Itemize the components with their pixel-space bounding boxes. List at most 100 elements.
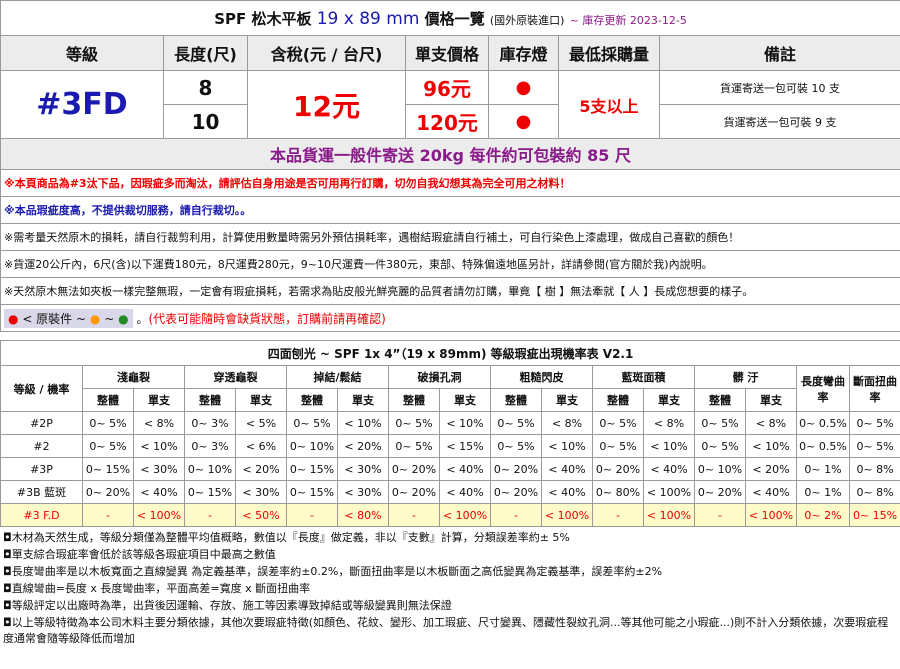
warning-line: ※天然原木無法如夾板一樣完整無瑕，一定會有瑕疵損耗，若需求為貼皮般光鮮亮麗的品質… <box>0 277 900 305</box>
sub-header-overall: 整體 <box>388 388 440 412</box>
footnote: ◘長度彎曲率是以木板寬面之直線變異 為定義基準，誤差率約±0.2%，斷面扭曲率是… <box>3 565 663 578</box>
sub-header-single: 單支 <box>337 388 389 412</box>
green-dot-icon: ● <box>118 311 129 326</box>
rate-cell: < 5% <box>235 411 287 435</box>
rate-cell: < 40% <box>133 480 185 504</box>
sub-header-single: 單支 <box>133 388 185 412</box>
table-row: #3P 0~ 15% < 30% 0~ 10% < 20% 0~ 15% < 30% 0~ 2… <box>0 457 900 481</box>
legend-tilde: ~ <box>104 311 115 326</box>
rate-cell: - <box>490 503 542 527</box>
defect-category-header: 髒 汙 <box>694 365 797 389</box>
orange-dot-icon: ● <box>89 311 101 326</box>
rate-cell: 0~ 15% <box>286 480 338 504</box>
rate-cell: 0~ 5% <box>388 434 440 458</box>
grade-value: #3FD <box>0 70 164 139</box>
rate-cell: < 30% <box>133 457 185 481</box>
col-note: 備註 <box>658 35 900 71</box>
footnote: ◘木材為天然生成，等級分類僅為整體平均值概略，數值以『長度』做定義，非以『支數』… <box>3 531 570 544</box>
rate-cell: < 30% <box>337 480 389 504</box>
stock-update-date: ~ 庫存更新 2023-12-5 <box>569 13 687 27</box>
rate-cell: < 30% <box>235 480 287 504</box>
rate-cell: 0~ 8% <box>848 457 900 481</box>
title-size: 19 x 89 mm <box>316 8 420 29</box>
rate-cell: < 40% <box>439 457 491 481</box>
rate-cell: 0~ 3% <box>184 434 236 458</box>
stock-dot-icon: ● <box>488 70 559 105</box>
sub-header-overall: 整體 <box>82 388 134 412</box>
rate-cell: < 40% <box>541 457 593 481</box>
col-stock-light: 庫存燈 <box>488 35 559 71</box>
rate-cell: 0~ 20% <box>82 480 134 504</box>
legend-box: ● < 原裝件 ~ ● ~ ● <box>4 308 133 328</box>
defect-category-header: 穿透龜裂 <box>184 365 287 389</box>
stock-dot-icon: ● <box>488 104 559 139</box>
shipping-info: 本品貨運一般件寄送 20kg 每件約可包裝約 85 尺 <box>0 138 900 170</box>
sub-header-single: 單支 <box>643 388 695 412</box>
stock-legend: ● < 原裝件 ~ ● ~ ● 。(代表可能隨時會缺貨狀態，訂購前請再確認) <box>0 304 900 332</box>
rate-cell: < 100% <box>643 480 695 504</box>
rate-cell: - <box>82 503 134 527</box>
min-qty: 5支以上 <box>558 70 660 139</box>
sub-header-single: 單支 <box>745 388 797 412</box>
rate-cell: < 20% <box>235 457 287 481</box>
rate-cell: 0~ 20% <box>490 480 542 504</box>
rate-cell: < 8% <box>133 411 185 435</box>
rate-cell: < 50% <box>235 503 287 527</box>
rate-cell: < 10% <box>439 411 491 435</box>
rate-cell: - <box>388 503 440 527</box>
rate-cell: 0~ 0.5% <box>796 434 850 458</box>
column-header-row: 等級 長度(尺) 含稅(元 / 台尺) 單支價格 庫存燈 最低採購量 備註 <box>0 35 900 71</box>
sub-header-overall: 整體 <box>694 388 746 412</box>
col-price-per-unit: 含稅(元 / 台尺) <box>247 35 406 71</box>
legend-tilde: ~ <box>76 311 87 326</box>
rate-cell: < 30% <box>337 457 389 481</box>
rate-cell: 0~ 20% <box>388 480 440 504</box>
rate-cell: < 20% <box>745 457 797 481</box>
title-list: 價格一覽 <box>424 9 485 28</box>
rate-cell: 0~ 10% <box>694 457 746 481</box>
rate-cell: < 8% <box>643 411 695 435</box>
curve-rate-header: 斷面扭曲率 <box>848 365 900 412</box>
footnote: ◘等級評定以出廠時為準，出貨後因運輸、存放、施工等因素導致掉結或等級變異則無法保… <box>3 599 452 612</box>
sub-header-single: 單支 <box>235 388 287 412</box>
price-per-unit: 12元 <box>247 70 406 139</box>
rate-cell: 0~ 5% <box>592 434 644 458</box>
unit-price-10: 120元 <box>405 104 489 139</box>
grade-prob-header: 等級 / 機率 <box>0 365 83 412</box>
rate-cell: 0~ 10% <box>286 434 338 458</box>
rate-cell: 0~ 5% <box>848 411 900 435</box>
note-10: 貨運寄送一包可裝 9 支 <box>658 104 900 139</box>
col-grade: 等級 <box>0 35 164 71</box>
rate-cell: - <box>184 503 236 527</box>
rate-cell: < 20% <box>337 434 389 458</box>
rate-cell: 0~ 3% <box>184 411 236 435</box>
defect-category-header: 粗糙閃皮 <box>490 365 593 389</box>
defect-category-header: 破損孔洞 <box>388 365 491 389</box>
rate-cell: < 10% <box>745 434 797 458</box>
rate-cell: 0~ 8% <box>848 480 900 504</box>
defect-table-title: 四面刨光 ~ SPF 1x 4”（19 x 89mm) 等級瑕疵出現機率表 V2… <box>0 340 900 366</box>
rate-cell: 0~ 20% <box>694 480 746 504</box>
row-grade: #2P <box>0 411 83 435</box>
sub-header-single: 單支 <box>541 388 593 412</box>
row-grade: #3P <box>0 457 83 481</box>
rate-cell: < 10% <box>337 411 389 435</box>
rate-cell: < 100% <box>643 503 695 527</box>
table-row: #3B 藍斑 0~ 20% < 40% 0~ 15% < 30% 0~ 15% < 30% 0… <box>0 480 900 504</box>
rate-cell: < 8% <box>745 411 797 435</box>
sub-header-overall: 整體 <box>490 388 542 412</box>
rate-cell: - <box>592 503 644 527</box>
title-origin: (國外原裝進口) <box>489 13 565 27</box>
rate-cell: 0~ 5% <box>388 411 440 435</box>
warning-line: ※需考量天然原木的損耗，請自行裁剪利用，計算使用數量時需另外預估損耗率，遇樹結瑕… <box>0 223 900 251</box>
rate-cell: < 40% <box>643 457 695 481</box>
footnotes: ◘木材為天然生成，等級分類僅為整體平均值概略，數值以『長度』做定義，非以『支數』… <box>0 527 900 647</box>
rate-cell: 0~ 5% <box>592 411 644 435</box>
col-length: 長度(尺) <box>163 35 248 71</box>
defect-rate-table: 四面刨光 ~ SPF 1x 4”（19 x 89mm) 等級瑕疵出現機率表 V2… <box>0 340 900 527</box>
table-row: #2P 0~ 5% < 8% 0~ 3% < 5% 0~ 5% < 10% 0~ 5% < 10… <box>0 411 900 435</box>
rate-cell: 0~ 5% <box>848 434 900 458</box>
curve-rate-header: 長度彎曲率 <box>796 365 850 412</box>
rate-cell: < 6% <box>235 434 287 458</box>
rate-cell: 0~ 15% <box>184 480 236 504</box>
